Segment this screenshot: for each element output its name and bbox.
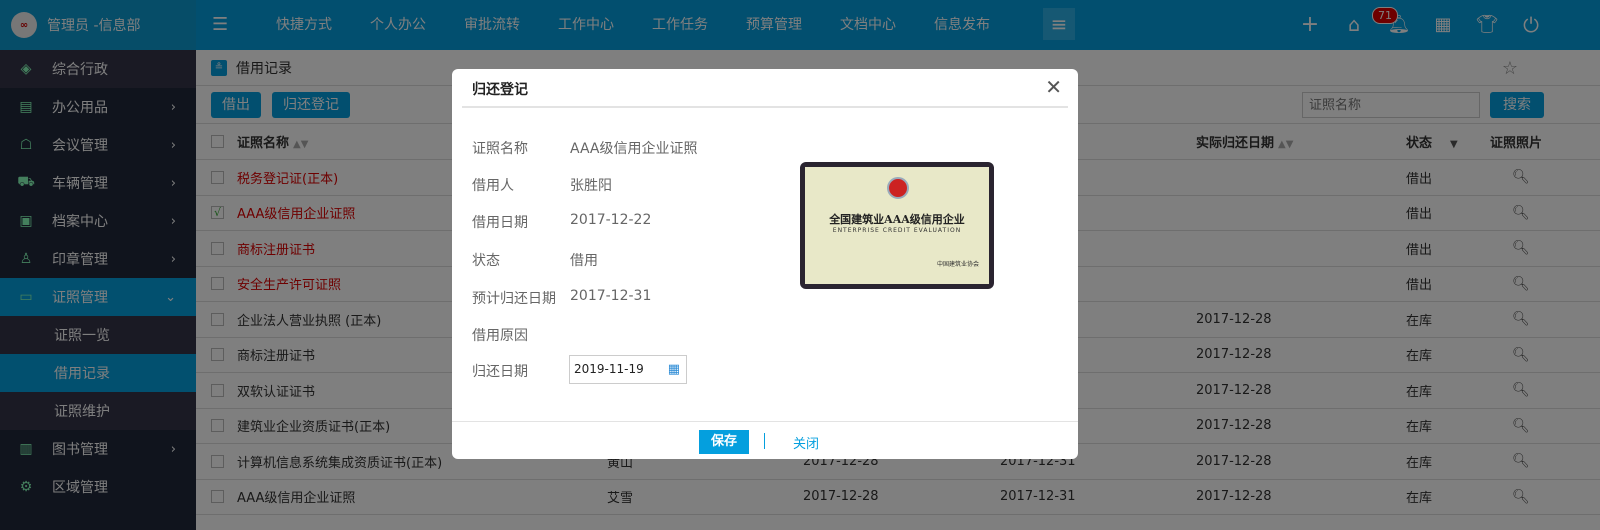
field-return-date-label: 归还日期 — [472, 364, 528, 380]
close-button[interactable]: 关闭 — [793, 433, 819, 452]
certificate-photo: 全国建筑业AAA级信用企业 ENTERPRISE CREDIT EVALUATI… — [800, 162, 994, 289]
save-button[interactable]: 保存 — [699, 430, 749, 454]
calendar-icon[interactable]: ▦ — [668, 356, 680, 383]
field-license-name: 证照名称 AAA级信用企业证照 — [472, 141, 698, 157]
divider — [462, 106, 1068, 108]
field-status: 状态 借用 — [472, 253, 598, 269]
return-date-value: 2019-11-19 — [574, 362, 644, 376]
return-date-input[interactable]: 2019-11-19 ▦ — [569, 355, 687, 384]
field-borrow-date: 借用日期 2017-12-22 — [472, 212, 652, 231]
divider — [452, 421, 1078, 422]
certificate-subtitle: ENTERPRISE CREDIT EVALUATION — [832, 227, 962, 234]
return-register-modal: 归还登记 ✕ 证照名称 AAA级信用企业证照 借用人 张胜阳 借用日期 2017-12… — [452, 69, 1078, 459]
modal-title: 归还登记 — [472, 82, 528, 98]
field-expected-return: 预计归还日期 2017-12-31 — [472, 288, 652, 307]
field-reason: 借用原因 — [472, 328, 528, 344]
close-icon[interactable]: ✕ — [1045, 75, 1062, 99]
certificate-issuer: 中国建筑业协会 — [936, 261, 979, 268]
separator — [764, 433, 765, 449]
certificate-title: 全国建筑业AAA级信用企业 — [829, 213, 965, 226]
seal-icon — [887, 177, 909, 199]
field-borrower: 借用人 张胜阳 — [472, 178, 612, 194]
